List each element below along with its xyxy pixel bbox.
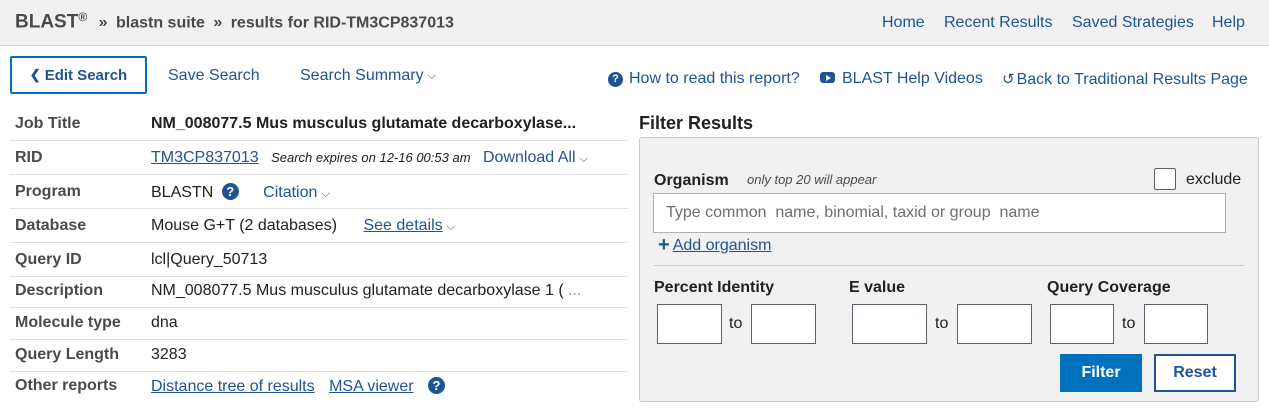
filter-button[interactable]: Filter [1060,354,1142,392]
citation-dropdown[interactable]: Citation ⌵ [263,184,330,201]
chevron-left-icon: ❮ [29,67,41,82]
job-title-label: Job Title [15,115,81,132]
program-help-icon[interactable]: ? [221,183,239,200]
query-coverage-min-input[interactable] [1050,304,1114,344]
breadcrumb: BLAST® » blastn suite » results for RID-… [15,10,454,33]
job-title-row: Job Title NM_008077.5 Mus musculus gluta… [10,107,628,141]
filter-divider [654,265,1244,266]
nav-help-link[interactable]: Help [1212,14,1245,32]
breadcrumb-suite-link[interactable]: blastn suite [116,14,205,31]
other-reports-row: Other reports Distance tree of results M… [10,369,628,403]
breadcrumb-current: results for RID-TM3CP837013 [230,14,454,32]
add-organism-link[interactable]: + Add organism [658,233,771,256]
percent-identity-min-input[interactable] [657,304,722,344]
rid-label: RID [15,149,43,166]
help-videos-label: BLAST Help Videos [842,70,983,87]
rid-value-group: TM3CP837013 Search expires on 12-16 00:5… [151,149,588,167]
program-value: BLASTN [151,184,214,201]
video-play-icon [820,72,835,83]
molecule-type-row: Molecule type dna [10,306,628,340]
database-label: Database [15,217,87,234]
program-label: Program [15,183,81,200]
see-details-dropdown[interactable]: See details ⌵ [363,217,455,234]
organism-label: Organism [654,172,729,189]
see-details-label: See details [363,217,443,234]
query-length-row: Query Length 3283 [10,338,628,372]
database-value: Mouse G+T (2 databases) [151,217,338,234]
add-organism-label: Add organism [672,237,772,254]
description-label: Description [15,282,104,299]
question-circle-icon: ? [608,72,623,87]
other-reports-value-group: Distance tree of results MSA viewer ? [151,377,445,396]
other-reports-help-icon[interactable]: ? [428,377,445,394]
chevron-down-icon: ⌵ [321,188,330,200]
organism-input[interactable] [653,193,1226,233]
breadcrumb-separator: » [213,14,223,32]
edit-search-label: Edit Search [44,66,128,84]
description-row: Description NM_008077.5 Mus musculus glu… [10,274,628,308]
exclude-checkbox[interactable] [1154,168,1176,190]
chevron-down-icon: ⌵ [579,153,588,165]
database-value-group: Mouse G+T (2 databases) See details ⌵ [151,217,455,235]
edit-search-button[interactable]: ❮ Edit Search [10,56,147,94]
top-header-bar: BLAST® » blastn suite » results for RID-… [0,0,1269,46]
e-value-min-input[interactable] [852,304,927,344]
query-coverage-label: Query Coverage [1047,279,1171,296]
query-length-label: Query Length [15,346,120,363]
molecule-type-label: Molecule type [15,314,121,331]
search-summary-label: Search Summary [300,67,424,84]
filter-results-heading: Filter Results [639,113,754,133]
description-expand[interactable]: ... [568,282,581,299]
nav-home-link[interactable]: Home [882,14,925,32]
search-expires-text: Search expires on 12-16 00:53 am [271,150,471,165]
blast-home-link[interactable]: BLAST [15,11,78,32]
back-traditional-label: Back to Traditional Results Page [1016,71,1248,88]
query-id-row: Query ID lcl|Query_50713 [10,243,628,277]
description-value: NM_008077.5 Mus musculus glutamate decar… [151,282,564,299]
breadcrumb-separator: » [98,14,108,32]
rid-link[interactable]: TM3CP837013 [151,149,259,166]
download-all-label: Download All [483,149,576,166]
blast-help-videos-link[interactable]: BLAST Help Videos [820,70,983,88]
registered-mark: ® [78,10,88,24]
molecule-type-value: dna [151,314,178,331]
e-value-to-label: to [935,315,949,332]
filter-panel: Organism only top 20 will appear exclude… [639,137,1259,402]
citation-label: Citation [263,184,318,201]
plus-icon: + [658,234,670,256]
nav-recent-results-link[interactable]: Recent Results [944,14,1053,32]
e-value-label: E value [849,279,906,296]
job-title-value: NM_008077.5 Mus musculus glutamate decar… [151,115,577,132]
save-search-link[interactable]: Save Search [168,67,260,85]
search-summary-dropdown[interactable]: Search Summary ⌵ [300,67,436,85]
distance-tree-link[interactable]: Distance tree of results [151,378,315,395]
download-all-dropdown[interactable]: Download All ⌵ [483,149,588,166]
nav-saved-strategies-link[interactable]: Saved Strategies [1072,14,1194,32]
query-id-label: Query ID [15,251,82,268]
description-value-group: NM_008077.5 Mus musculus glutamate decar… [151,282,581,300]
reset-button[interactable]: Reset [1154,354,1236,392]
how-to-read-link[interactable]: ? How to read this report? [608,70,800,88]
rid-row: RID TM3CP837013 Search expires on 12-16 … [10,141,628,175]
undo-arrow-icon: ↺ [1002,71,1015,88]
organism-hint: only top 20 will appear [747,172,877,187]
percent-identity-label: Percent Identity [654,279,775,296]
database-row: Database Mouse G+T (2 databases) See det… [10,209,628,243]
query-coverage-max-input[interactable] [1144,304,1208,344]
query-id-value: lcl|Query_50713 [151,251,268,268]
msa-viewer-link[interactable]: MSA viewer [329,378,413,395]
program-row: Program BLASTN ? Citation ⌵ [10,175,628,209]
exclude-label: exclude [1186,171,1242,188]
back-traditional-results-link[interactable]: ↺ Back to Traditional Results Page [1002,70,1248,89]
query-length-value: 3283 [151,346,187,363]
how-to-read-label: How to read this report? [629,70,800,87]
query-coverage-to-label: to [1122,315,1136,332]
percent-identity-max-input[interactable] [751,304,816,344]
program-value-group: BLASTN ? Citation ⌵ [151,183,330,202]
chevron-down-icon: ⌵ [427,70,436,82]
e-value-max-input[interactable] [957,304,1032,344]
other-reports-label: Other reports [15,377,118,394]
percent-identity-to-label: to [729,315,743,332]
chevron-down-icon: ⌵ [446,221,455,233]
